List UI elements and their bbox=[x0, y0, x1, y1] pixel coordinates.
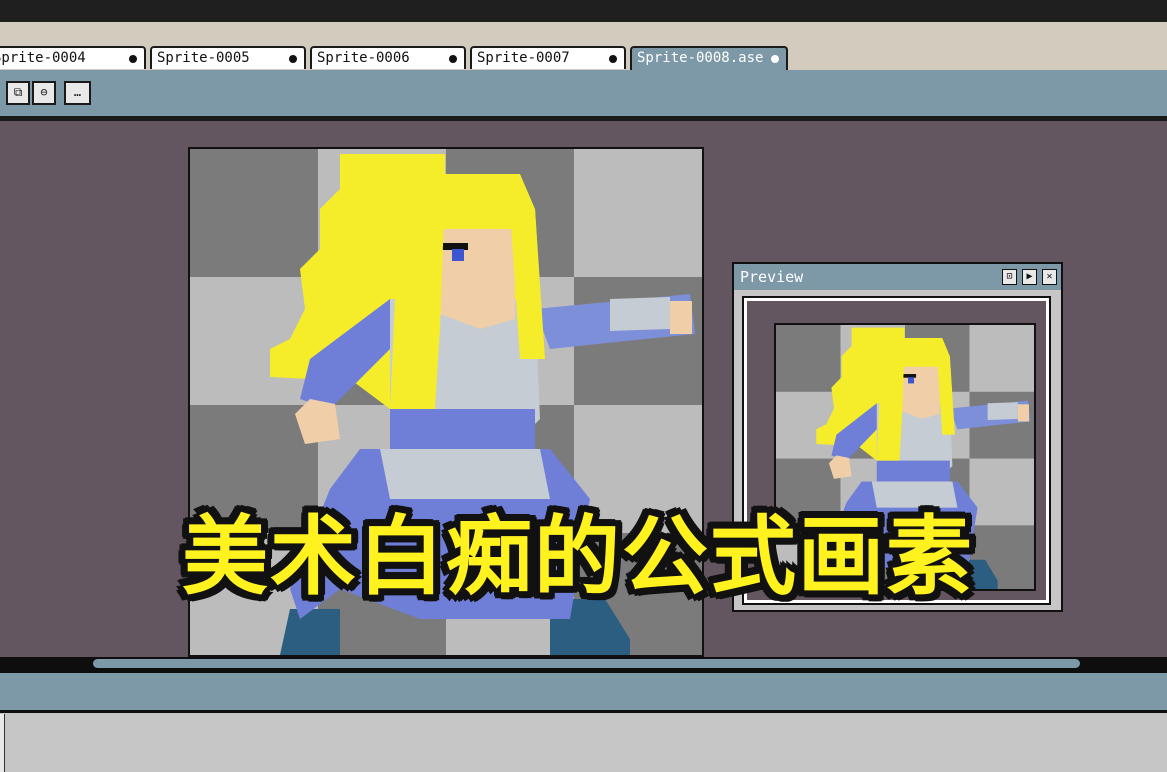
frame-button[interactable]: ⧉ bbox=[6, 81, 30, 105]
tab-sprite-0007[interactable]: Sprite-0007 bbox=[470, 46, 626, 69]
tab-label: Sprite-0004 bbox=[0, 50, 86, 66]
tab-sprite-0004[interactable]: Sprite-0004 bbox=[0, 46, 146, 69]
tab-close-dot-icon[interactable] bbox=[289, 55, 297, 63]
tab-close-dot-icon[interactable] bbox=[449, 55, 457, 63]
onion-skin-button[interactable]: ⊖ bbox=[32, 81, 56, 105]
tab-sprite-0008-active[interactable]: Sprite-0008.ase bbox=[630, 46, 788, 72]
more-icon: … bbox=[73, 85, 82, 99]
play-icon: ▶ bbox=[1026, 271, 1033, 282]
window-top-bar bbox=[0, 0, 1167, 22]
tab-label: Sprite-0008.ase bbox=[637, 50, 764, 66]
tab-close-dot-icon[interactable] bbox=[771, 55, 779, 63]
preview-center-button[interactable]: ⊡ bbox=[1002, 269, 1017, 285]
panel-resize-handle[interactable] bbox=[0, 714, 5, 772]
tab-sprite-0006[interactable]: Sprite-0006 bbox=[310, 46, 466, 69]
close-icon: ✕ bbox=[1046, 271, 1053, 282]
editor-toolbar bbox=[0, 70, 1167, 116]
video-caption-overlay: 美术白痴的公式画素 bbox=[182, 507, 974, 607]
tab-label: Sprite-0005 bbox=[157, 50, 250, 66]
frame-icon: ⧉ bbox=[13, 85, 23, 99]
center-icon: ⊡ bbox=[1006, 271, 1013, 282]
tab-label: Sprite-0007 bbox=[477, 50, 570, 66]
timeline-panel[interactable] bbox=[0, 670, 1167, 710]
tab-label: Sprite-0006 bbox=[317, 50, 410, 66]
horizontal-scrollbar-thumb[interactable] bbox=[93, 659, 1080, 668]
tab-close-dot-icon[interactable] bbox=[609, 55, 617, 63]
tab-close-dot-icon[interactable] bbox=[129, 55, 137, 63]
preview-close-button[interactable]: ✕ bbox=[1042, 269, 1057, 285]
onion-skin-icon: ⊖ bbox=[40, 85, 48, 99]
more-button[interactable]: … bbox=[64, 81, 91, 105]
tab-sprite-0005[interactable]: Sprite-0005 bbox=[150, 46, 306, 69]
bottom-panel[interactable] bbox=[0, 710, 1167, 772]
preview-play-button[interactable]: ▶ bbox=[1022, 269, 1037, 285]
